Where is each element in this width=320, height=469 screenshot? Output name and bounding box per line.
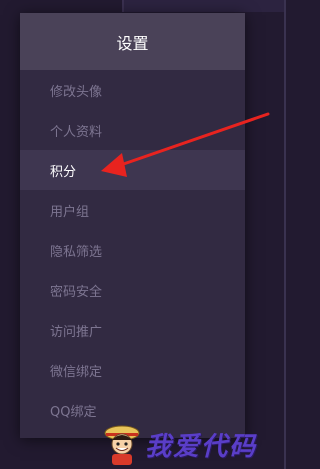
watermark: 我爱代码 xyxy=(101,418,281,466)
red-arrow-annotation-icon xyxy=(101,112,270,177)
watermark-text: 我爱代码 xyxy=(145,432,258,462)
pirate-mascot-icon xyxy=(104,425,140,465)
